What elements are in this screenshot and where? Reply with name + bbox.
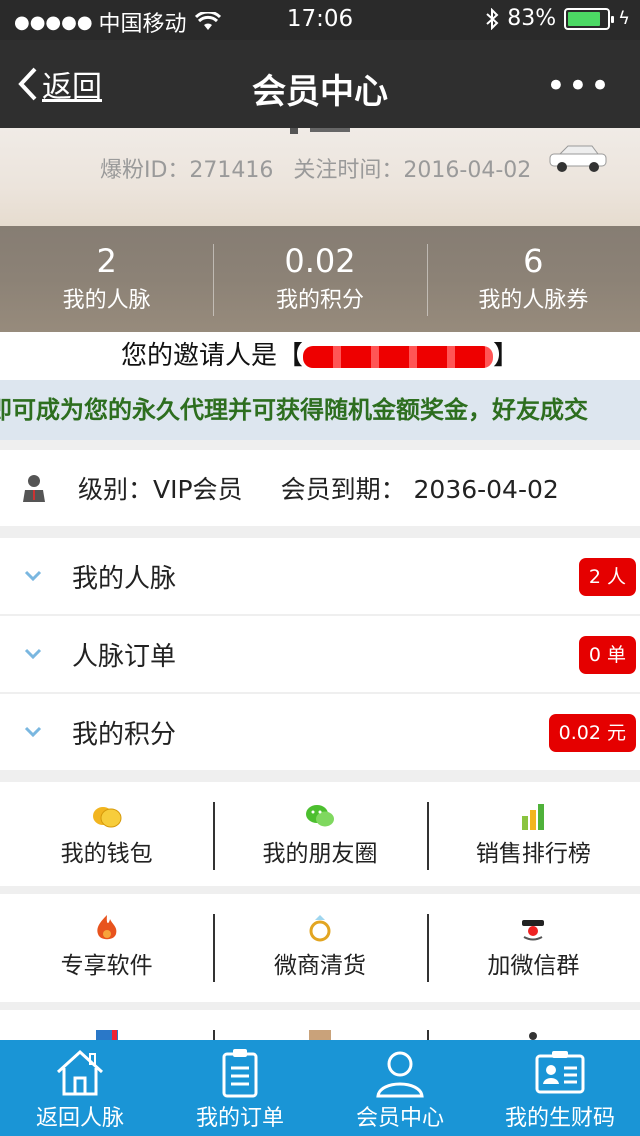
- tab-wealth-code[interactable]: 我的生财码: [480, 1040, 640, 1136]
- grid-item-wechat-group[interactable]: 加微信群: [426, 894, 640, 1002]
- tab-label: 返回人脉: [35, 1106, 124, 1131]
- row-label: 我的积分: [72, 719, 177, 750]
- battery-percent: 83%: [507, 6, 557, 31]
- id-card-icon: [535, 1051, 585, 1094]
- page-title: 会员中心: [252, 72, 388, 112]
- bar-chart-icon: [522, 804, 545, 830]
- membership-card: 级别：VIP会员 会员到期： 2036-04-02: [0, 450, 640, 526]
- status-right: 83% ϟ: [485, 6, 630, 31]
- grid-label: 微商清货: [273, 953, 366, 979]
- notice-marquee: 即可成为您的永久代理并可获得随机金额奖金，好友成交: [0, 380, 640, 440]
- row-label: 人脉订单: [72, 641, 177, 672]
- inviter-suffix: 】: [493, 341, 520, 371]
- grid-item-software[interactable]: 专享软件: [0, 894, 213, 1002]
- clipboard-icon: [222, 1049, 258, 1098]
- battery-level: [568, 11, 600, 26]
- inviter-line: 您的邀请人是【 】: [0, 332, 640, 380]
- chevron-down-icon: [24, 726, 42, 738]
- follow-date: 关注时间：2016-04-02: [293, 158, 532, 183]
- grid-label: 加微信群: [487, 953, 580, 979]
- inviter-prefix: 您的邀请人是【: [120, 341, 303, 371]
- grid-label: 我的朋友圈: [262, 841, 378, 867]
- battery-icon: [564, 7, 615, 30]
- profile-meta: 爆粉ID：271416 关注时间：2016-04-02: [100, 152, 531, 184]
- clown-icon: [522, 920, 545, 941]
- car-decoration-icon: [549, 145, 607, 172]
- member-expiry: 会员到期： 2036-04-02: [280, 475, 559, 504]
- redacted-name-mark: [303, 345, 493, 368]
- row-my-contacts[interactable]: 我的人脉 2 人: [0, 538, 640, 614]
- count-badge: 2 人: [578, 558, 636, 596]
- row-my-points[interactable]: 我的积分 0.02 元: [0, 694, 640, 770]
- more-menu-button[interactable]: •••: [546, 66, 612, 106]
- user-suit-icon: [23, 475, 45, 502]
- feature-grid-row-1: 我的钱包 我的朋友圈 销售排行榜: [0, 782, 640, 886]
- grid-label: 我的钱包: [60, 841, 153, 867]
- stat-value: 2: [96, 242, 117, 280]
- flame-icon: [97, 915, 117, 940]
- stat-label: 我的积分: [275, 288, 364, 313]
- tab-my-orders[interactable]: 我的订单: [160, 1040, 320, 1136]
- home-icon: [56, 1049, 104, 1096]
- bottom-tab-bar: 返回人脉 我的订单 会员中心 我的生财码: [0, 1040, 640, 1136]
- tab-label: 我的生财码: [504, 1106, 615, 1131]
- nav-bar: 返回 会员中心 •••: [0, 40, 640, 128]
- tab-member-center[interactable]: 会员中心: [320, 1040, 480, 1136]
- stat-label: 我的人脉券: [478, 288, 589, 313]
- stat-coupons[interactable]: 6 我的人脉券: [426, 226, 640, 332]
- stat-value: 0.02: [284, 242, 356, 280]
- chevron-down-icon: [24, 570, 42, 582]
- stats-bar: 2 我的人脉 0.02 我的积分 6 我的人脉券: [0, 226, 640, 332]
- stat-label: 我的人脉: [62, 288, 151, 313]
- marquee-text: 即可成为您的永久代理并可获得随机金额奖金，好友成交: [0, 396, 588, 424]
- grid-item-moments[interactable]: 我的朋友圈: [213, 782, 426, 886]
- bluetooth-icon: [486, 7, 499, 30]
- count-badge: 0 单: [578, 636, 636, 674]
- profile-header: 爆粉ID：271416 关注时间：2016-04-02: [0, 128, 640, 226]
- stat-contacts[interactable]: 2 我的人脉: [0, 226, 213, 332]
- grid-label: 专享软件: [60, 953, 153, 979]
- grid-item-sales-ranking[interactable]: 销售排行榜: [426, 782, 640, 886]
- chevron-down-icon: [24, 648, 42, 660]
- person-icon: [376, 1051, 424, 1098]
- stat-points[interactable]: 0.02 我的积分: [213, 226, 426, 332]
- feature-grid-row-2: 专享软件 微商清货 加微信群: [0, 894, 640, 1002]
- stat-value: 6: [523, 242, 544, 280]
- ring-icon: [309, 915, 331, 942]
- row-contact-orders[interactable]: 人脉订单 0 单: [0, 616, 640, 692]
- grid-label: 销售排行榜: [475, 841, 591, 867]
- charging-icon: ϟ: [618, 8, 630, 29]
- profile-id: 爆粉ID：271416: [100, 158, 274, 183]
- status-bar: ●●●●● 中国移动 17:06 83% ϟ: [0, 0, 640, 40]
- username-fragment-icon: [290, 128, 360, 138]
- member-level: 级别：VIP会员: [78, 475, 243, 504]
- grid-item-clearance[interactable]: 微商清货: [213, 894, 426, 1002]
- tab-back-contacts[interactable]: 返回人脉: [0, 1040, 160, 1136]
- wechat-icon: [305, 805, 334, 827]
- grid-item-wallet[interactable]: 我的钱包: [0, 782, 213, 886]
- tab-label: 会员中心: [355, 1106, 444, 1131]
- count-badge: 0.02 元: [548, 714, 636, 752]
- row-label: 我的人脉: [72, 563, 177, 594]
- coins-icon: [92, 807, 122, 828]
- tab-label: 我的订单: [195, 1106, 284, 1131]
